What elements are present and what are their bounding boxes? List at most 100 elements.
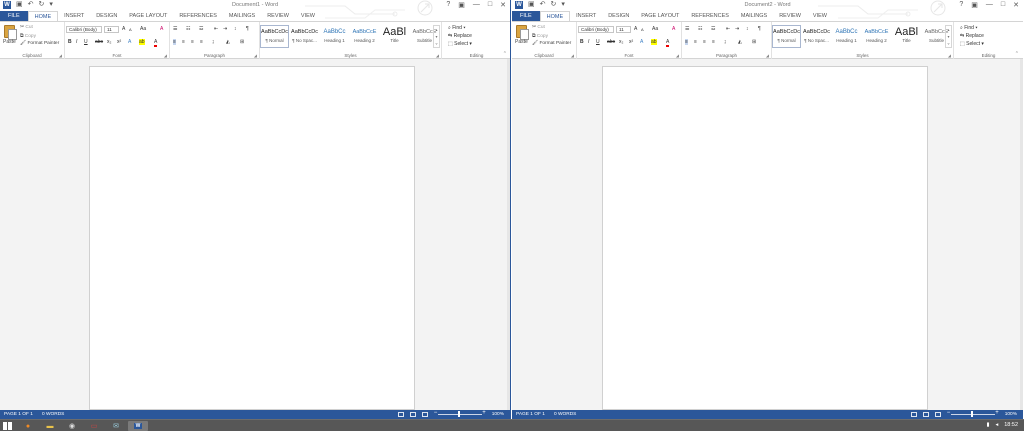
decrease-indent-icon[interactable]: ⇤: [214, 26, 218, 32]
close-icon[interactable]: ✕: [1013, 1, 1019, 9]
align-right-icon[interactable]: ≡: [703, 39, 706, 45]
document-page[interactable]: [602, 66, 928, 410]
shrink-font-button[interactable]: A: [129, 27, 132, 32]
clipboard-launcher-icon[interactable]: ◢: [571, 53, 574, 58]
align-center-icon[interactable]: ≡: [182, 39, 185, 45]
paragraph-launcher-icon[interactable]: ◢: [766, 53, 769, 58]
superscript-button[interactable]: x²: [117, 39, 121, 45]
vertical-scrollbar[interactable]: [1020, 59, 1023, 410]
bullets-icon[interactable]: ☰: [173, 26, 177, 32]
zoom-in-icon[interactable]: +: [995, 410, 999, 416]
numbering-icon[interactable]: ☷: [186, 26, 190, 32]
ribbon-options-icon[interactable]: ▣: [971, 1, 978, 9]
steam-icon[interactable]: ◉: [62, 421, 82, 431]
shrink-font-button[interactable]: A: [641, 27, 644, 32]
word-count[interactable]: 0 WORDS: [42, 412, 64, 417]
find-button[interactable]: ⌕ Find ▾: [960, 25, 977, 31]
style-heading-1[interactable]: AaBbCc Heading 1: [832, 25, 861, 48]
document-page[interactable]: [89, 66, 415, 410]
bullets-icon[interactable]: ☰: [685, 26, 689, 32]
grow-font-button[interactable]: A: [122, 26, 125, 32]
clipboard-launcher-icon[interactable]: ◢: [59, 53, 62, 58]
style-heading-2[interactable]: AaBbCcE Heading 2: [862, 25, 891, 48]
select-button[interactable]: ⬚ Select ▾: [960, 41, 984, 47]
tab-page-layout[interactable]: PAGE LAYOUT: [123, 11, 173, 21]
align-left-icon[interactable]: ≡: [173, 39, 176, 45]
tab-view[interactable]: VIEW: [295, 11, 321, 21]
justify-icon[interactable]: ≡: [200, 39, 203, 45]
font-color-button[interactable]: A: [666, 39, 670, 47]
page-count[interactable]: PAGE 1 OF 1: [516, 412, 545, 417]
styles-launcher-icon[interactable]: ◢: [436, 53, 439, 58]
text-effects-button[interactable]: A: [640, 39, 643, 45]
grow-font-button[interactable]: A: [634, 26, 637, 32]
tab-design[interactable]: DESIGN: [602, 11, 635, 21]
italic-button[interactable]: I: [588, 39, 589, 45]
copy-button[interactable]: ⧉ Copy: [20, 33, 36, 39]
page-count[interactable]: PAGE 1 OF 1: [4, 412, 33, 417]
tab-mailings[interactable]: MAILINGS: [223, 11, 261, 21]
tab-page-layout[interactable]: PAGE LAYOUT: [635, 11, 685, 21]
minimize-icon[interactable]: —: [473, 1, 480, 9]
shading-icon[interactable]: ◭: [226, 39, 230, 45]
paragraph-launcher-icon[interactable]: ◢: [254, 53, 257, 58]
tab-file[interactable]: FILE: [512, 11, 540, 21]
style-normal[interactable]: AaBbCcDc ¶ Normal: [772, 25, 801, 48]
highlight-button[interactable]: ab: [651, 39, 657, 45]
styles-launcher-icon[interactable]: ◢: [948, 53, 951, 58]
collapse-ribbon-icon[interactable]: ⌃: [503, 51, 507, 57]
read-mode-icon[interactable]: [397, 411, 404, 417]
sort-icon[interactable]: ↕: [746, 26, 749, 32]
zoom-level[interactable]: 100%: [492, 412, 504, 417]
underline-button[interactable]: U: [596, 39, 600, 45]
sort-icon[interactable]: ↕: [234, 26, 237, 32]
minimize-icon[interactable]: —: [986, 1, 993, 9]
shading-icon[interactable]: ◭: [738, 39, 742, 45]
styles-scroll-buttons[interactable]: ▴ ▾ ▿: [433, 25, 440, 48]
superscript-button[interactable]: x²: [629, 39, 633, 45]
clear-formatting-button[interactable]: A: [672, 26, 675, 32]
line-spacing-icon[interactable]: ↨: [212, 39, 215, 45]
font-name-select[interactable]: Calibri (Body): [66, 26, 102, 33]
maximize-icon[interactable]: □: [488, 1, 492, 9]
mail-icon[interactable]: ✉: [106, 421, 126, 431]
cut-button[interactable]: ✂ Cut: [532, 25, 545, 30]
clock[interactable]: 18:52: [1004, 422, 1018, 428]
copy-button[interactable]: ⧉ Copy: [532, 33, 548, 39]
underline-button[interactable]: U: [84, 39, 88, 45]
zoom-level[interactable]: 100%: [1005, 412, 1017, 417]
line-spacing-icon[interactable]: ↨: [724, 39, 727, 45]
change-case-button[interactable]: Aa: [652, 26, 658, 32]
tab-home[interactable]: HOME: [27, 11, 59, 21]
firefox-icon[interactable]: ●: [18, 421, 38, 431]
volume-icon[interactable]: ◂: [995, 422, 998, 428]
subscript-button[interactable]: x₂: [619, 39, 623, 45]
print-layout-icon[interactable]: [409, 411, 416, 417]
close-icon[interactable]: ✕: [500, 1, 506, 9]
word-count[interactable]: 0 WORDS: [554, 412, 576, 417]
paste-icon[interactable]: [516, 25, 529, 40]
tab-home[interactable]: HOME: [539, 11, 571, 21]
strikethrough-button[interactable]: abc: [607, 39, 615, 45]
zoom-out-icon[interactable]: −: [434, 410, 438, 416]
font-name-select[interactable]: Calibri (Body): [578, 26, 614, 33]
numbering-icon[interactable]: ☷: [698, 26, 702, 32]
align-center-icon[interactable]: ≡: [694, 39, 697, 45]
tab-references[interactable]: REFERENCES: [173, 11, 223, 21]
bold-button[interactable]: B: [580, 39, 584, 45]
show-hide-marks-button[interactable]: ¶: [246, 26, 249, 32]
style-title[interactable]: AaBl Title: [380, 25, 409, 48]
paste-button[interactable]: Paste: [3, 39, 16, 45]
cut-button[interactable]: ✂ Cut: [20, 25, 33, 30]
word-icon[interactable]: W: [128, 421, 148, 431]
tab-file[interactable]: FILE: [0, 11, 28, 21]
format-painter-button[interactable]: 🖌 Format Painter: [532, 41, 571, 46]
decrease-indent-icon[interactable]: ⇤: [726, 26, 730, 32]
style-no-spacing[interactable]: AaBbCcDc ¶ No Spac...: [290, 25, 319, 48]
ribbon-options-icon[interactable]: ▣: [458, 1, 465, 9]
tab-review[interactable]: REVIEW: [261, 11, 295, 21]
tab-view[interactable]: VIEW: [807, 11, 833, 21]
tab-insert[interactable]: INSERT: [58, 11, 90, 21]
style-no-spacing[interactable]: AaBbCcDc ¶ No Spac...: [802, 25, 831, 48]
vertical-scrollbar[interactable]: [507, 59, 510, 410]
